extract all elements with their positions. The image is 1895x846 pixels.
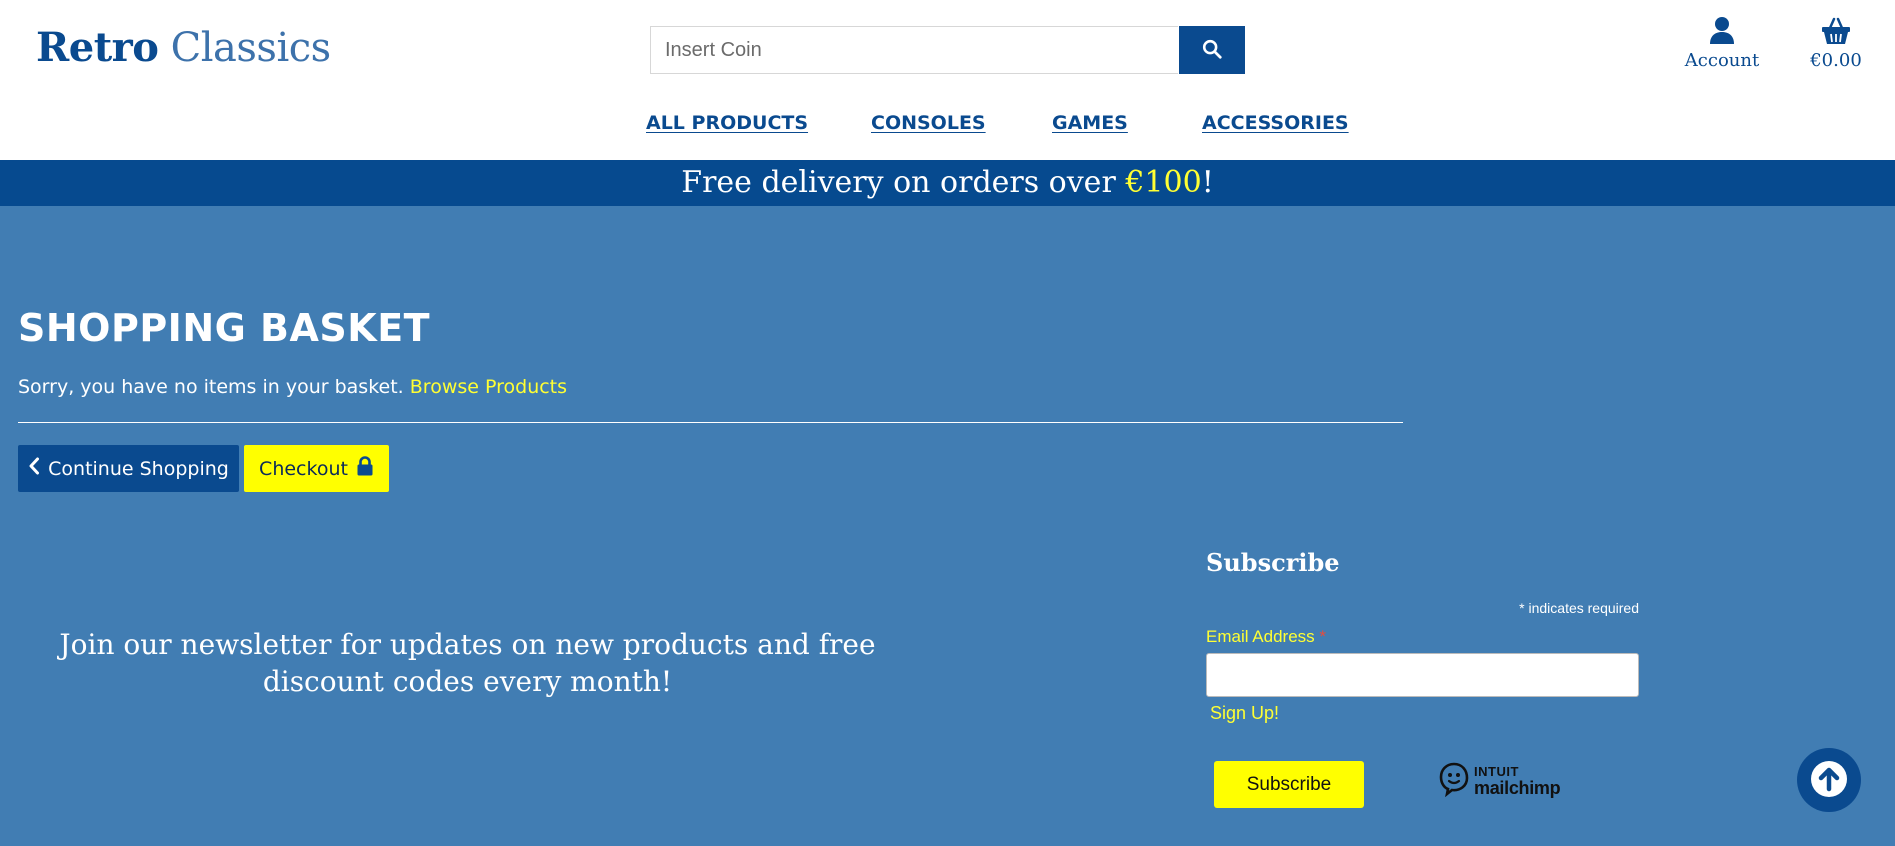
basket-total: €0.00 bbox=[1810, 50, 1862, 71]
site-logo[interactable]: Retro Classics bbox=[36, 22, 331, 74]
signup-text: Sign Up! bbox=[1210, 703, 1280, 723]
divider bbox=[18, 422, 1403, 423]
mailchimp-wordmark: INTUIT mailchimp bbox=[1474, 764, 1561, 798]
account-link[interactable]: Account bbox=[1676, 16, 1768, 71]
subscribe-button[interactable]: Subscribe bbox=[1214, 761, 1364, 808]
site-header: Retro Classics Account €0.00 ALL PRODUCT… bbox=[0, 0, 1895, 160]
lock-icon bbox=[356, 456, 374, 481]
subscribe-heading: Subscribe bbox=[1206, 548, 1340, 577]
newsletter-text: Join our newsletter for updates on new p… bbox=[59, 628, 876, 698]
mailchimp-logo[interactable]: INTUIT mailchimp bbox=[1438, 761, 1561, 802]
required-note: * indicates required bbox=[1206, 600, 1639, 616]
email-label: Email Address * bbox=[1206, 627, 1326, 647]
page-title: SHOPPING BASKET bbox=[18, 306, 431, 350]
account-label: Account bbox=[1684, 50, 1760, 71]
browse-products-link[interactable]: Browse Products bbox=[410, 376, 567, 398]
chevron-left-icon bbox=[28, 457, 40, 480]
mailchimp-text: mailchimp bbox=[1474, 778, 1561, 798]
search-form bbox=[650, 26, 1245, 74]
search-icon bbox=[1201, 38, 1223, 63]
arrow-up-circle-icon bbox=[1809, 759, 1849, 802]
empty-message-text: Sorry, you have no items in your basket. bbox=[18, 376, 404, 398]
search-input[interactable] bbox=[650, 26, 1178, 74]
nav-consoles[interactable]: CONSOLES bbox=[871, 112, 986, 134]
banner-amount: €100 bbox=[1125, 165, 1202, 200]
checkout-label: Checkout bbox=[259, 457, 348, 480]
logo-bold-text: Retro bbox=[36, 24, 159, 71]
required-note-text: indicates required bbox=[1524, 600, 1639, 616]
delivery-banner: Free delivery on orders over €100! bbox=[0, 160, 1895, 206]
email-required-star: * bbox=[1319, 627, 1327, 646]
email-field[interactable] bbox=[1206, 653, 1639, 697]
basket-link[interactable]: €0.00 bbox=[1806, 16, 1866, 71]
continue-shopping-label: Continue Shopping bbox=[48, 457, 229, 480]
main-nav: ALL PRODUCTS CONSOLES GAMES ACCESSORIES bbox=[0, 112, 1895, 142]
intuit-text: INTUIT bbox=[1474, 764, 1519, 779]
search-button[interactable] bbox=[1179, 26, 1245, 74]
back-to-top-button[interactable] bbox=[1797, 748, 1861, 812]
email-label-text: Email Address bbox=[1206, 627, 1315, 646]
nav-all-products[interactable]: ALL PRODUCTS bbox=[646, 112, 808, 134]
logo-light-text: Classics bbox=[170, 25, 332, 71]
user-icon bbox=[1676, 16, 1768, 46]
nav-games[interactable]: GAMES bbox=[1052, 112, 1128, 134]
empty-basket-message: Sorry, you have no items in your basket.… bbox=[18, 376, 567, 398]
basket-icon bbox=[1806, 16, 1866, 46]
mailchimp-icon bbox=[1438, 761, 1470, 802]
banner-punct: ! bbox=[1201, 165, 1214, 200]
checkout-button[interactable]: Checkout bbox=[244, 445, 389, 492]
banner-text: Free delivery on orders over bbox=[681, 165, 1126, 200]
continue-shopping-button[interactable]: Continue Shopping bbox=[18, 445, 239, 492]
nav-accessories[interactable]: ACCESSORIES bbox=[1202, 112, 1349, 134]
